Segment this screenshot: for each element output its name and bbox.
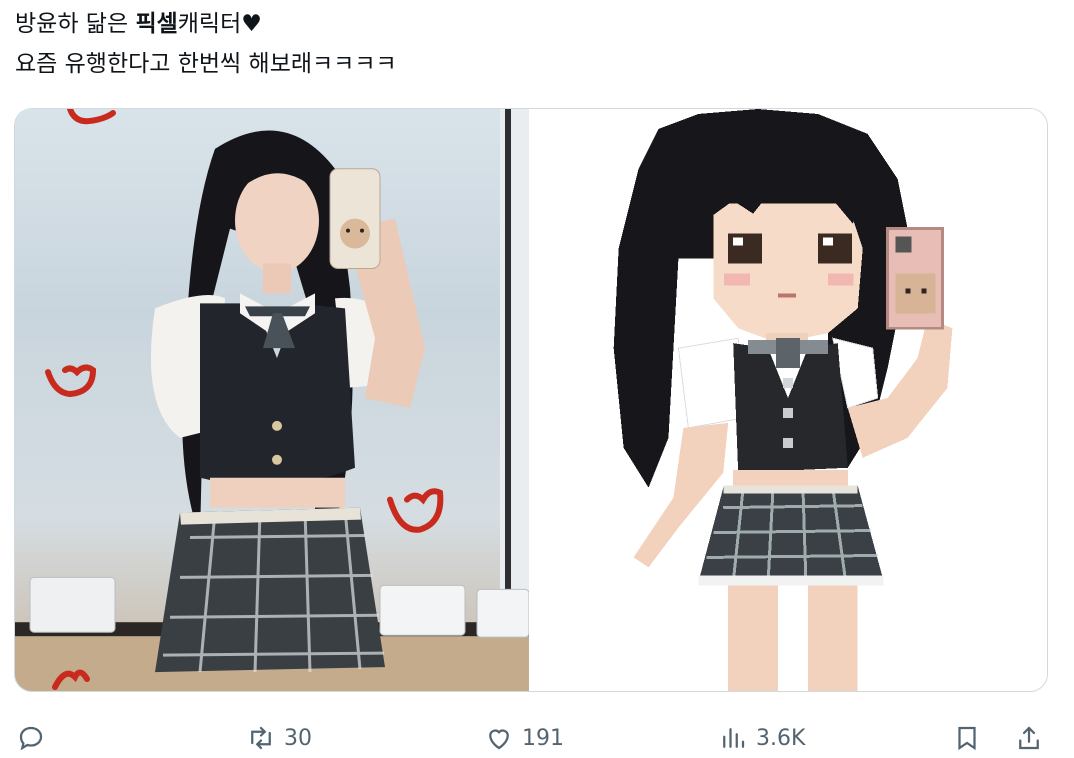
retweet-button[interactable]: 30 <box>246 716 312 758</box>
text-suffix: 캐릭터 <box>177 11 242 37</box>
share-icon <box>1019 726 1039 750</box>
bookmark-icon <box>958 726 976 751</box>
text-prefix: 방윤하 닮은 <box>15 11 136 37</box>
retweet-icon <box>251 726 271 750</box>
like-icon <box>489 729 509 750</box>
like-count: 191 <box>522 725 564 751</box>
pixel-art-image[interactable] <box>529 109 1047 691</box>
photo-image[interactable] <box>15 109 529 691</box>
views-button[interactable]: 3.6K <box>718 716 805 758</box>
reply-button[interactable] <box>16 716 54 758</box>
like-button[interactable]: 191 <box>484 716 564 758</box>
text-bold: 픽셀 <box>135 11 178 37</box>
pixel-character-illustration <box>613 109 953 691</box>
views-count: 3.6K <box>756 725 806 751</box>
reply-icon <box>19 726 43 751</box>
photo-illustration <box>15 109 529 691</box>
tweet-text-line-1: 방윤하 닮은 픽셀캐릭터♥ <box>15 4 397 44</box>
views-icon <box>723 728 745 748</box>
tweet: 방윤하 닮은 픽셀캐릭터♥ 요즘 유행한다고 한번씩 해보래ㅋㅋㅋㅋ 30 19… <box>0 0 1074 758</box>
media-grid <box>14 108 1048 692</box>
tweet-text: 방윤하 닮은 픽셀캐릭터♥ 요즘 유행한다고 한번씩 해보래ㅋㅋㅋㅋ <box>15 4 397 84</box>
bookmark-button[interactable] <box>952 716 982 758</box>
heart-emoji: ♥ <box>241 11 262 37</box>
retweet-count: 30 <box>284 725 312 751</box>
tweet-action-bar: 30 191 3.6K <box>0 716 1074 758</box>
tweet-text-line-2: 요즘 유행한다고 한번씩 해보래ㅋㅋㅋㅋ <box>15 51 397 77</box>
share-button[interactable] <box>1014 716 1044 758</box>
